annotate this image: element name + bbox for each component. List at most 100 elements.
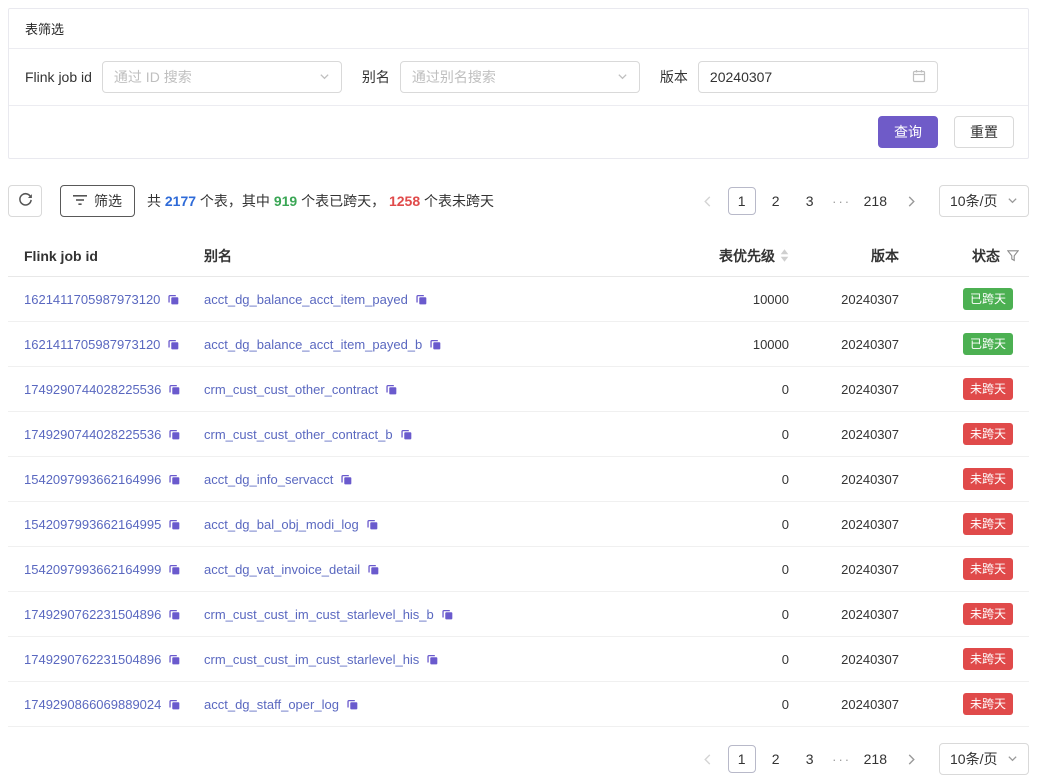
filter-button[interactable]: 筛选 <box>60 185 135 217</box>
summary-text: 共 <box>147 193 165 209</box>
copy-icon[interactable] <box>441 608 454 621</box>
priority-value: 0 <box>669 517 789 532</box>
page-jump-ellipsis[interactable]: ··· <box>830 194 854 209</box>
copy-icon[interactable] <box>340 473 353 486</box>
status-badge: 未跨天 <box>963 468 1013 490</box>
summary-text: 个表未跨天 <box>420 193 494 209</box>
flink-job-id-link[interactable]: 1749290744028225536 <box>24 427 161 442</box>
copy-icon[interactable] <box>168 698 181 711</box>
flink-job-id-link[interactable]: 1749290744028225536 <box>24 382 161 397</box>
version-value: 20240307 <box>789 652 899 667</box>
copy-icon[interactable] <box>346 698 359 711</box>
flink-job-id-link[interactable]: 1542097993662164996 <box>24 472 161 487</box>
copy-icon[interactable] <box>366 518 379 531</box>
copy-icon[interactable] <box>367 563 380 576</box>
version-value: 20240307 <box>789 517 899 532</box>
table-row: 1542097993662164995 acct_dg_bal_obj_modi… <box>8 502 1029 547</box>
prev-page-button[interactable] <box>694 187 722 215</box>
copy-icon[interactable] <box>168 518 181 531</box>
page-button-2[interactable]: 2 <box>762 745 790 773</box>
copy-icon[interactable] <box>415 293 428 306</box>
flink-job-id-link[interactable]: 1621411705987973120 <box>24 292 160 307</box>
priority-value: 0 <box>669 697 789 712</box>
prev-page-button[interactable] <box>694 745 722 773</box>
summary-text: 个表，其中 <box>196 193 274 209</box>
filter-actions-row: 查询 重置 <box>9 106 1028 158</box>
flink-job-id-link[interactable]: 1749290762231504896 <box>24 652 161 667</box>
version-input[interactable] <box>710 69 890 85</box>
copy-icon[interactable] <box>167 338 180 351</box>
page-size-select[interactable]: 10条/页 <box>939 185 1029 217</box>
page-button-2[interactable]: 2 <box>762 187 790 215</box>
page-size-select[interactable]: 10条/页 <box>939 743 1029 775</box>
page-button-3[interactable]: 3 <box>796 745 824 773</box>
page-button-last[interactable]: 218 <box>860 745 891 773</box>
status-badge: 已跨天 <box>963 333 1013 355</box>
next-page-button[interactable] <box>897 745 925 773</box>
filter-lines-icon <box>73 193 87 209</box>
alias-label: 别名 <box>362 67 390 87</box>
status-badge: 未跨天 <box>963 693 1013 715</box>
flink-job-id-link[interactable]: 1542097993662164999 <box>24 562 161 577</box>
filter-button-label: 筛选 <box>94 191 122 211</box>
filter-panel-title: 表筛选 <box>9 9 1028 49</box>
copy-icon[interactable] <box>426 653 439 666</box>
status-badge: 未跨天 <box>963 603 1013 625</box>
chevron-down-icon <box>617 69 628 85</box>
copy-icon[interactable] <box>168 383 181 396</box>
version-value: 20240307 <box>789 607 899 622</box>
alias-link[interactable]: acct_dg_bal_obj_modi_log <box>204 517 359 532</box>
table-row: 1749290866069889024 acct_dg_staff_oper_l… <box>8 682 1029 727</box>
flink-job-id-select[interactable]: 通过 ID 搜索 <box>102 61 342 93</box>
page-button-last[interactable]: 218 <box>860 187 891 215</box>
alias-link[interactable]: crm_cust_cust_im_cust_starlevel_his_b <box>204 607 434 622</box>
version-value: 20240307 <box>789 562 899 577</box>
alias-link[interactable]: acct_dg_balance_acct_item_payed <box>204 292 408 307</box>
refresh-button[interactable] <box>8 185 42 217</box>
summary-crossed-count: 919 <box>274 193 297 209</box>
flink-job-id-link[interactable]: 1542097993662164995 <box>24 517 161 532</box>
refresh-icon <box>18 192 33 210</box>
status-badge: 未跨天 <box>963 423 1013 445</box>
copy-icon[interactable] <box>168 473 181 486</box>
copy-icon[interactable] <box>167 293 180 306</box>
flink-job-id-link[interactable]: 1749290866069889024 <box>24 697 161 712</box>
reset-button[interactable]: 重置 <box>954 116 1014 148</box>
sort-icon[interactable] <box>780 249 789 262</box>
copy-icon[interactable] <box>168 653 181 666</box>
page-button-1[interactable]: 1 <box>728 187 756 215</box>
page-jump-ellipsis[interactable]: ··· <box>830 752 854 767</box>
copy-icon[interactable] <box>168 563 181 576</box>
status-badge: 已跨天 <box>963 288 1013 310</box>
alias-link[interactable]: crm_cust_cust_im_cust_starlevel_his <box>204 652 419 667</box>
table-row: 1542097993662164999 acct_dg_vat_invoice_… <box>8 547 1029 592</box>
table-row: 1749290744028225536 crm_cust_cust_other_… <box>8 367 1029 412</box>
page-button-1[interactable]: 1 <box>728 745 756 773</box>
flink-job-id-link[interactable]: 1621411705987973120 <box>24 337 160 352</box>
column-header-status: 状态 <box>899 246 1029 266</box>
copy-icon[interactable] <box>168 428 181 441</box>
alias-select[interactable]: 通过别名搜索 <box>400 61 640 93</box>
copy-icon[interactable] <box>168 608 181 621</box>
copy-icon[interactable] <box>429 338 442 351</box>
copy-icon[interactable] <box>385 383 398 396</box>
version-date-input[interactable] <box>698 61 938 93</box>
search-button[interactable]: 查询 <box>878 116 938 148</box>
alias-link[interactable]: acct_dg_balance_acct_item_payed_b <box>204 337 422 352</box>
field-flink-job-id: Flink job id 通过 ID 搜索 <box>25 61 342 93</box>
tables-table: Flink job id 别名 表优先级 版本 状态 1621411705987… <box>8 235 1029 727</box>
pagination-bottom: 1 2 3 ··· 218 10条/页 <box>694 743 1029 775</box>
page-button-3[interactable]: 3 <box>796 187 824 215</box>
alias-link[interactable]: acct_dg_info_servacct <box>204 472 333 487</box>
copy-icon[interactable] <box>400 428 413 441</box>
alias-link[interactable]: crm_cust_cust_other_contract <box>204 382 378 397</box>
next-page-button[interactable] <box>897 187 925 215</box>
column-header-alias: 别名 <box>204 246 669 266</box>
alias-link[interactable]: acct_dg_vat_invoice_detail <box>204 562 360 577</box>
status-filter-icon[interactable] <box>1007 250 1019 262</box>
alias-link[interactable]: acct_dg_staff_oper_log <box>204 697 339 712</box>
alias-link[interactable]: crm_cust_cust_other_contract_b <box>204 427 393 442</box>
flink-job-id-label: Flink job id <box>25 69 92 85</box>
version-value: 20240307 <box>789 472 899 487</box>
flink-job-id-link[interactable]: 1749290762231504896 <box>24 607 161 622</box>
